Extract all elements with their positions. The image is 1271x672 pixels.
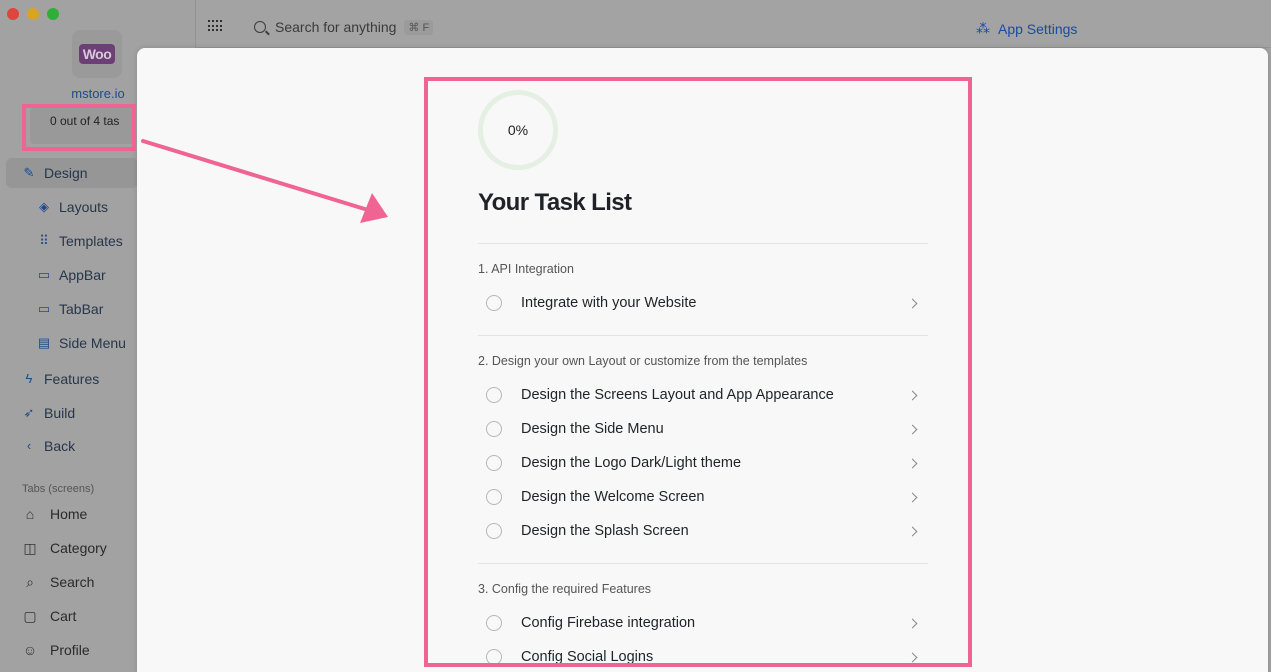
search-icon: [254, 21, 266, 33]
minimize-window-button[interactable]: [27, 8, 39, 20]
tab-category[interactable]: ◫ Category: [22, 536, 107, 560]
apps-grid-icon[interactable]: [208, 20, 224, 32]
sidebar-item-templates[interactable]: ⠿ Templates: [6, 226, 138, 256]
sidebar-item-label: Design: [44, 165, 88, 181]
search-placeholder: Search for anything: [275, 19, 397, 35]
sidebar-item-label: Back: [44, 438, 76, 454]
sidebar-item-features[interactable]: ϟ Features: [6, 364, 138, 394]
tab-label: Profile: [50, 642, 90, 658]
sidebar-item-label: Build: [44, 405, 76, 421]
sidebar-item-side-menu[interactable]: ▤ Side Menu: [6, 328, 138, 358]
sidebar-item-label: Layouts: [59, 199, 109, 215]
tab-label: Search: [50, 574, 95, 590]
tab-label: Home: [50, 506, 88, 522]
tab-profile[interactable]: ☺ Profile: [22, 638, 90, 662]
search-bar[interactable]: Search for anything ⌘ F: [254, 19, 434, 35]
tabbar-icon: ▭: [37, 301, 51, 316]
sidebar-item-label: Side Menu: [59, 335, 126, 351]
search-shortcut: ⌘ F: [404, 19, 434, 35]
tab-search[interactable]: ⌕ Search: [22, 570, 94, 594]
woo-logo-icon: Woo: [78, 44, 116, 64]
tabs-section-title: Tabs (screens): [22, 483, 95, 495]
tab-label: Cart: [50, 608, 77, 624]
sidebar-item-label: AppBar: [59, 267, 106, 283]
top-bar: Search for anything ⌘ F ⁂ App Settings: [196, 0, 1271, 48]
sidebar-item-build[interactable]: ➶ Build: [6, 398, 138, 428]
sidebar-item-label: TabBar: [59, 301, 104, 317]
tab-label: Category: [50, 540, 107, 556]
sidebar-item-label: Templates: [59, 233, 123, 249]
brush-icon: ✎: [23, 165, 35, 180]
app-settings-label: App Settings: [998, 20, 1078, 37]
store-logo[interactable]: Woo: [72, 30, 122, 78]
search-icon: ⌕: [26, 573, 34, 590]
cart-icon: ▢: [23, 607, 37, 624]
home-icon: ⌂: [25, 506, 35, 522]
tab-cart[interactable]: ▢ Cart: [22, 604, 76, 628]
profile-icon: ☺: [22, 642, 38, 658]
bolt-icon: ϟ: [25, 371, 33, 386]
sidebar-item-back[interactable]: ‹ Back: [6, 431, 138, 461]
highlight-box-tasks-progress: [22, 104, 136, 151]
magic-wand-icon: ⁂: [976, 20, 990, 36]
layers-icon: ◈: [39, 199, 49, 214]
sidemenu-icon: ▤: [37, 335, 51, 350]
maximize-window-button[interactable]: [47, 8, 59, 20]
grid-icon: ⠿: [39, 233, 49, 248]
highlight-box-task-list: [424, 77, 972, 667]
appbar-icon: ▭: [37, 267, 51, 282]
sidebar-item-design[interactable]: ✎ Design: [6, 158, 138, 188]
sidebar-item-label: Features: [44, 371, 100, 387]
sidebar-item-tabbar[interactable]: ▭ TabBar: [6, 294, 138, 324]
tab-home[interactable]: ⌂ Home: [22, 502, 88, 526]
close-window-button[interactable]: [7, 8, 19, 20]
sidebar-item-appbar[interactable]: ▭ AppBar: [6, 260, 138, 290]
app-settings-button[interactable]: ⁂ App Settings: [976, 20, 1077, 37]
window-controls: [7, 8, 59, 20]
category-icon: ◫: [23, 539, 37, 556]
chevron-left-icon: ‹: [26, 438, 32, 453]
rocket-icon: ➶: [23, 405, 35, 420]
sidebar-item-layouts[interactable]: ◈ Layouts: [6, 192, 138, 222]
